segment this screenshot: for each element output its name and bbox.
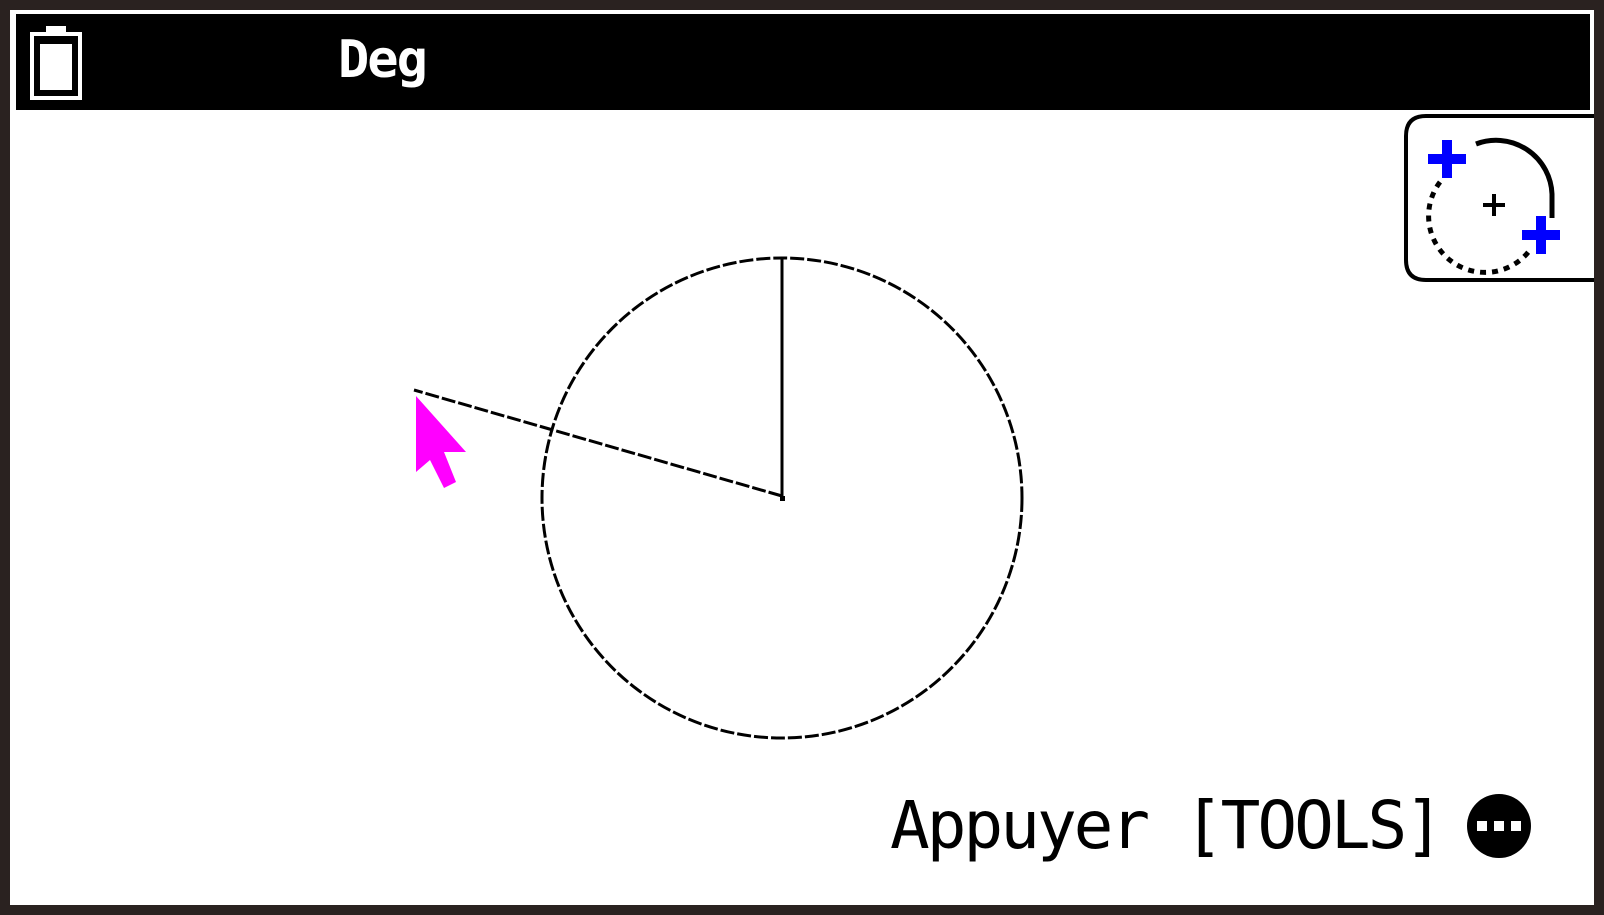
hint-text: Appuyer [TOOLS]: [890, 787, 1444, 864]
center-point: [780, 496, 785, 501]
drawing-canvas[interactable]: [10, 10, 1594, 905]
status-bar: Deg: [16, 14, 1590, 110]
battery-icon: [30, 26, 82, 100]
pointer-arrow-icon: [416, 396, 466, 488]
hint-bar: Appuyer [TOOLS]: [890, 790, 1533, 862]
angle-mode-indicator: Deg: [338, 30, 428, 90]
calculator-screen: Deg Appuyer [TOOLS]: [10, 10, 1594, 905]
circle-tool-button[interactable]: [1404, 114, 1594, 282]
more-dots-icon[interactable]: [1465, 792, 1533, 860]
